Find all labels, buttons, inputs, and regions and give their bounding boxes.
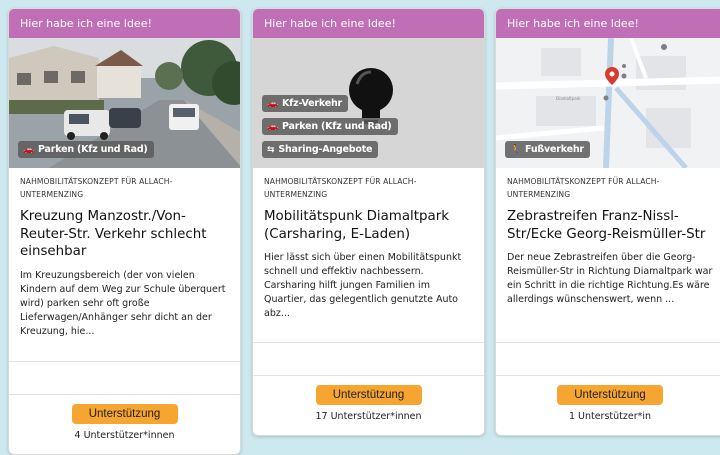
category-tag-label: Parken (Kfz und Rad): [282, 121, 392, 132]
support-button[interactable]: Unterstützung: [315, 385, 422, 405]
idea-card[interactable]: Hier habe ich eine Idee! 🚗 Parken (Kfz u…: [8, 8, 241, 455]
map-pin-icon: [605, 67, 619, 85]
category-tag: 🚶 Fußverkehr: [505, 141, 590, 158]
divider: [496, 342, 720, 343]
project-category: NAHMOBILITÄTSKONZEPT FÜR ALLACH-UNTERMEN…: [20, 177, 173, 199]
divider: [9, 361, 240, 362]
support-button[interactable]: Unterstützung: [557, 385, 663, 405]
category-tag: 🚗 Kfz-Verkehr: [262, 95, 349, 112]
support-button[interactable]: Unterstützung: [71, 404, 178, 424]
car-icon: 🚗: [23, 144, 35, 155]
category-tag-label: Fußverkehr: [525, 144, 584, 155]
category-tag: ⇆ Sharing-Angebote: [262, 141, 379, 158]
card-footer: Unterstützung 17 Unterstützer*innen: [253, 375, 484, 435]
category-tag: 🚗 Parken (Kfz und Rad): [262, 118, 398, 135]
supporter-count: 1 Unterstützer*in: [568, 411, 652, 422]
svg-text:Diamaltpark: Diamaltpark: [556, 96, 581, 101]
divider: [253, 342, 484, 343]
category-tag: 🚗 Parken (Kfz und Rad): [18, 141, 154, 158]
idea-card[interactable]: Hier habe ich eine Idee! Diamaltpark 🚶 F…: [495, 8, 720, 436]
idea-description: Hier lässt sich über einen Mobilitätspun…: [264, 252, 462, 319]
idea-card[interactable]: Hier habe ich eine Idee! 🚗 Kfz-Verkehr 🚗…: [252, 8, 485, 436]
idea-title[interactable]: Zebrastreifen Franz-Nissl-Str/Ecke Georg…: [496, 201, 720, 243]
pedestrian-icon: 🚶: [510, 144, 522, 155]
idea-description: Der neue Zebrastreifen über die Georg-Re…: [507, 252, 713, 305]
project-category: NAHMOBILITÄTSKONZEPT FÜR ALLACH-UNTERMEN…: [507, 177, 660, 199]
map-preview[interactable]: Diamaltpark 🚶 Fußverkehr: [496, 38, 720, 168]
idea-title[interactable]: Mobilitätspunk Diamaltpark (Carsharing, …: [253, 201, 484, 243]
car-icon: 🚗: [267, 121, 279, 132]
supporter-count: 17 Unterstützer*innen: [315, 411, 422, 422]
idea-description: Im Kreuzungsbereich (der von vielen Kind…: [20, 269, 226, 337]
supporter-count: 4 Unterstützer*innen: [74, 430, 175, 441]
placeholder-media: 🚗 Kfz-Verkehr 🚗 Parken (Kfz und Rad) ⇆ S…: [253, 38, 484, 168]
category-tag-label: Parken (Kfz und Rad): [38, 144, 148, 155]
idea-banner: Hier habe ich eine Idee!: [496, 9, 720, 38]
project-category: NAHMOBILITÄTSKONZEPT FÜR ALLACH-UNTERMEN…: [264, 177, 417, 199]
card-footer: Unterstützung 4 Unterstützer*innen: [9, 394, 240, 454]
street-photo: 🚗 Parken (Kfz und Rad): [9, 38, 240, 168]
category-tag-label: Sharing-Angebote: [278, 144, 373, 155]
idea-banner: Hier habe ich eine Idee!: [253, 9, 484, 38]
category-tag-label: Kfz-Verkehr: [282, 98, 343, 109]
card-footer: Unterstützung 1 Unterstützer*in: [496, 375, 720, 435]
idea-title[interactable]: Kreuzung Manzostr./Von-Reuter-Str. Verke…: [9, 201, 240, 261]
sharing-icon: ⇆: [267, 144, 275, 155]
idea-banner: Hier habe ich eine Idee!: [9, 9, 240, 38]
car-icon: 🚗: [267, 98, 279, 109]
